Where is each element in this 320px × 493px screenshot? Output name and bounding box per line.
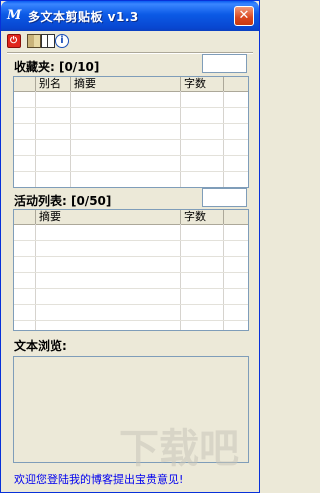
favorites-col-summary[interactable]: 摘要 <box>71 77 181 91</box>
activity-col-extra[interactable] <box>224 210 248 224</box>
grid-line <box>14 272 248 273</box>
activity-col-summary[interactable]: 摘要 <box>36 210 181 224</box>
favorites-col-chars[interactable]: 字数 <box>181 77 224 91</box>
favorites-col-select[interactable] <box>14 77 36 91</box>
grid-line <box>14 320 248 321</box>
grid-line <box>14 240 248 241</box>
grid-line <box>14 107 248 108</box>
grid-line <box>14 171 248 172</box>
grid-line <box>14 123 248 124</box>
info-icon[interactable]: i <box>55 34 69 48</box>
close-button[interactable]: ✕ <box>234 6 254 26</box>
grid-line <box>14 288 248 289</box>
favorites-label: 收藏夹: [0/10] <box>14 60 100 74</box>
title-bar[interactable]: M 多文本剪贴板 v1.3 ✕ <box>1 1 259 31</box>
activity-count-field[interactable] <box>202 188 247 207</box>
activity-table[interactable]: 摘要 字数 <box>13 209 249 331</box>
blog-link[interactable]: 欢迎您登陆我的博客提出宝贵意见! <box>14 471 183 487</box>
app-icon: M <box>7 8 22 23</box>
activity-label: 活动列表: [0/50] <box>14 194 112 208</box>
activity-table-header: 摘要 字数 <box>14 210 248 225</box>
grid-line <box>14 155 248 156</box>
open-book-icon[interactable] <box>41 34 55 48</box>
favorites-col-extra[interactable] <box>224 77 248 91</box>
preview-label: 文本浏览: <box>14 339 67 353</box>
window-title: 多文本剪贴板 v1.3 <box>28 10 139 24</box>
book-icon[interactable] <box>27 34 41 48</box>
watermark: 下载吧 <box>119 426 239 472</box>
power-icon[interactable]: ⏻ <box>7 34 21 48</box>
favorites-table-header: 别名 摘要 字数 <box>14 77 248 92</box>
activity-col-select[interactable] <box>14 210 36 224</box>
grid-line <box>14 256 248 257</box>
grid-line <box>14 304 248 305</box>
favorites-count-field[interactable] <box>202 54 247 73</box>
grid-line <box>14 139 248 140</box>
activity-col-chars[interactable]: 字数 <box>181 210 224 224</box>
main-window: M 多文本剪贴板 v1.3 ✕ ⏻ i 收藏夹: [0/10] 别名 摘要 字数… <box>0 0 260 493</box>
favorites-col-alias[interactable]: 别名 <box>36 77 71 91</box>
power-glyph: ⏻ <box>10 36 18 46</box>
favorites-table[interactable]: 别名 摘要 字数 <box>13 76 249 188</box>
